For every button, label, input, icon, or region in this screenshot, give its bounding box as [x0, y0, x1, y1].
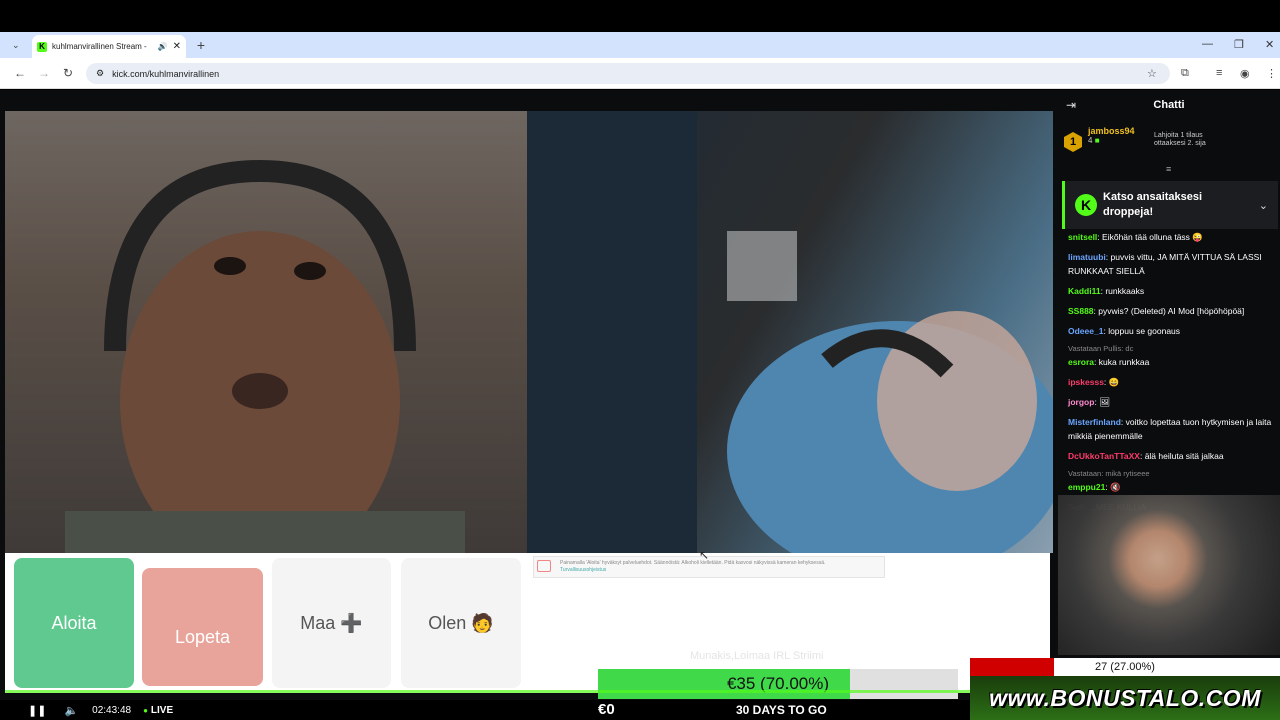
chat-text: pyvwis? (Deleted) AI Mod [höpöhöpöä]	[1098, 306, 1245, 316]
chat-text: 🔇	[1110, 482, 1121, 492]
person-left-illustration	[65, 159, 465, 553]
chat-message[interactable]: esrora: kuka runkkaa	[1068, 355, 1274, 369]
video-right-participant[interactable]	[527, 111, 1053, 553]
chat-reply-context: Vastataan: mikä rytiseee	[1068, 469, 1150, 478]
site-info-icon[interactable]: ⚙	[96, 68, 104, 79]
notice-icon	[537, 560, 551, 572]
pause-icon[interactable]: ❚❚	[28, 704, 46, 717]
top-gifter[interactable]: 1 jamboss94 4 ■ Lahjoita 1 tilaus ottaak…	[1064, 126, 1278, 162]
days-to-go: 30 DAYS TO GO	[736, 703, 827, 717]
lopeta-button[interactable]: Lopeta	[142, 568, 263, 686]
gifter-count: 4	[1088, 136, 1093, 145]
chat-username[interactable]: Kaddi11	[1068, 286, 1101, 296]
chat-text: loppuu se goonaus	[1108, 326, 1181, 336]
chat-message[interactable]: Misterfinland: voitko lopettaa tuon hytk…	[1068, 415, 1274, 443]
bookmark-star-icon[interactable]: ☆	[1147, 67, 1157, 80]
donation-goal-label: €35 (70.00%)	[726, 674, 830, 693]
streamer-webcam	[1058, 495, 1280, 655]
menu-icon[interactable]: ⋮	[1266, 67, 1277, 80]
sub-goal-fill	[970, 658, 1054, 676]
drops-banner[interactable]: K Katso ansaitaksesi droppeja! ⌄	[1062, 181, 1278, 229]
media-control-icon[interactable]: ≡	[1216, 67, 1222, 79]
tab-strip	[0, 32, 1280, 58]
chat-text: 🖼	[1099, 397, 1110, 407]
chat-text: 😄	[1108, 377, 1120, 387]
chat-message[interactable]: jorgop: 🖼	[1068, 395, 1274, 409]
chat-username[interactable]: jorgop	[1068, 397, 1094, 407]
url-text: kick.com/kuhlmanvirallinen	[112, 68, 220, 79]
minimize-icon[interactable]: —	[1202, 38, 1213, 50]
new-tab-icon[interactable]: +	[194, 38, 208, 52]
extensions-icon[interactable]: ⧉	[1181, 67, 1189, 80]
back-icon[interactable]: ←	[13, 66, 27, 80]
live-dot-icon: ●	[143, 705, 148, 715]
chat-text: Eikõhän tää olluna täss 😜	[1102, 232, 1203, 242]
person-right-illustration	[527, 111, 1053, 553]
browser-tab[interactable]: K kuhlmanvirallinen Stream - 🔊 ✕	[32, 35, 186, 58]
chat-message[interactable]: DcUkkoTanTTaXX: älä heiluta sitä jalkaa	[1068, 449, 1274, 463]
overlay-ghost-text: Munakis,Loimaa IRL Striimi	[690, 650, 824, 662]
kick-favicon-icon: K	[37, 41, 47, 52]
chat-username[interactable]: snitsell	[1068, 232, 1097, 242]
chat-username[interactable]: Misterfinland	[1068, 417, 1121, 427]
chat-title: Chatti	[1153, 99, 1185, 111]
notice-link[interactable]: Turvallisuusohjeistus	[560, 567, 880, 574]
tab-close-icon[interactable]: ✕	[173, 41, 181, 52]
reload-icon[interactable]: ↻	[61, 66, 75, 80]
chat-message[interactable]: Kaddi11: runkkaaks	[1068, 284, 1274, 298]
chat-message[interactable]: snitsell: Eikõhän tää olluna täss 😜	[1068, 230, 1274, 244]
chat-message-list: snitsell: Eikõhän tää olluna täss 😜 limat…	[1068, 230, 1274, 520]
chevron-down-icon[interactable]: ⌄	[1259, 199, 1268, 212]
volume-icon[interactable]: 🔈	[64, 704, 78, 717]
chat-reply-context: Vastataan Pullis: dc	[1068, 344, 1134, 353]
stream-time: 02:43:48	[92, 704, 132, 716]
audio-icon[interactable]: 🔊	[158, 42, 168, 51]
mouse-cursor-icon: ↖	[699, 548, 710, 562]
chat-text: runkkaaks	[1105, 286, 1145, 296]
chat-username[interactable]: esrora	[1068, 357, 1094, 367]
address-bar[interactable]: ⚙ kick.com/kuhlmanvirallinen	[86, 63, 1170, 84]
close-window-icon[interactable]: ✕	[1265, 38, 1274, 51]
chat-message[interactable]: ipskesss: 😄	[1068, 375, 1274, 389]
drops-text: Katso ansaitaksesi droppeja!	[1103, 191, 1203, 218]
chat-username[interactable]: Odeee_1	[1068, 326, 1103, 336]
sponsor-banner[interactable]: www.BONUSTALO.COM	[970, 676, 1280, 720]
kick-drops-icon: K	[1075, 194, 1097, 216]
chat-username[interactable]: DcUkkoTanTTaXX	[1068, 451, 1140, 461]
gifter-tip: Lahjoita 1 tilaus ottaaksesi 2. sija	[1154, 132, 1206, 147]
chat-message[interactable]: limatuubi: puvvis vittu, JA MITÄ VITTUA …	[1068, 250, 1274, 278]
profile-icon[interactable]: ◉	[1240, 67, 1250, 80]
gifter-rank-badge: 1	[1064, 132, 1082, 152]
chat-message[interactable]: emppu21: 🔇	[1068, 480, 1274, 494]
screen-top-bar	[0, 0, 1280, 32]
gifter-name: jamboss94	[1088, 126, 1135, 136]
forward-icon[interactable]: →	[37, 66, 51, 80]
sub-goal-label: 27 (27.00%)	[1095, 661, 1155, 673]
pinned-toggle-icon[interactable]: ≡	[1166, 164, 1171, 174]
chat-username[interactable]: ipskesss	[1068, 377, 1104, 387]
video-left-participant[interactable]	[5, 111, 527, 553]
tab-search-icon[interactable]: ⌄	[12, 40, 20, 51]
player-controls: ❚❚ 🔈 02:43:48 ● LIVE ▣	[0, 700, 1058, 720]
chat-message[interactable]: SS888: pyvwis? (Deleted) AI Mod [höpöhöp…	[1068, 304, 1274, 318]
chat-message[interactable]: Odeee_1: loppuu se goonaus	[1068, 324, 1274, 338]
overlay-euro-zero: €0	[598, 701, 615, 718]
chat-username[interactable]: emppu21	[1068, 482, 1105, 492]
live-label: LIVE	[150, 704, 174, 716]
gift-icon: ■	[1094, 136, 1100, 145]
donation-goal-bar: €35 (70.00%)	[598, 669, 958, 699]
chat-username[interactable]: limatuubi	[1068, 252, 1106, 262]
tab-title: kuhlmanvirallinen Stream -	[52, 42, 147, 51]
notice-text: Painamalla 'Aloita' hyväksyt palveluehdo…	[560, 560, 826, 566]
maa-button[interactable]: Maa ➕	[272, 558, 391, 688]
olen-button[interactable]: Olen 🧑	[401, 558, 521, 688]
aloita-button[interactable]: Aloita	[14, 558, 134, 688]
maximize-icon[interactable]: ❐	[1234, 38, 1244, 51]
sub-goal-bar: 27 (27.00%)	[970, 658, 1280, 676]
chat-text: älä heiluta sitä jalkaa	[1144, 451, 1224, 461]
player-progress-line[interactable]	[5, 690, 1050, 693]
chat-text: kuka runkkaa	[1098, 357, 1150, 367]
chat-username[interactable]: SS888	[1068, 306, 1094, 316]
